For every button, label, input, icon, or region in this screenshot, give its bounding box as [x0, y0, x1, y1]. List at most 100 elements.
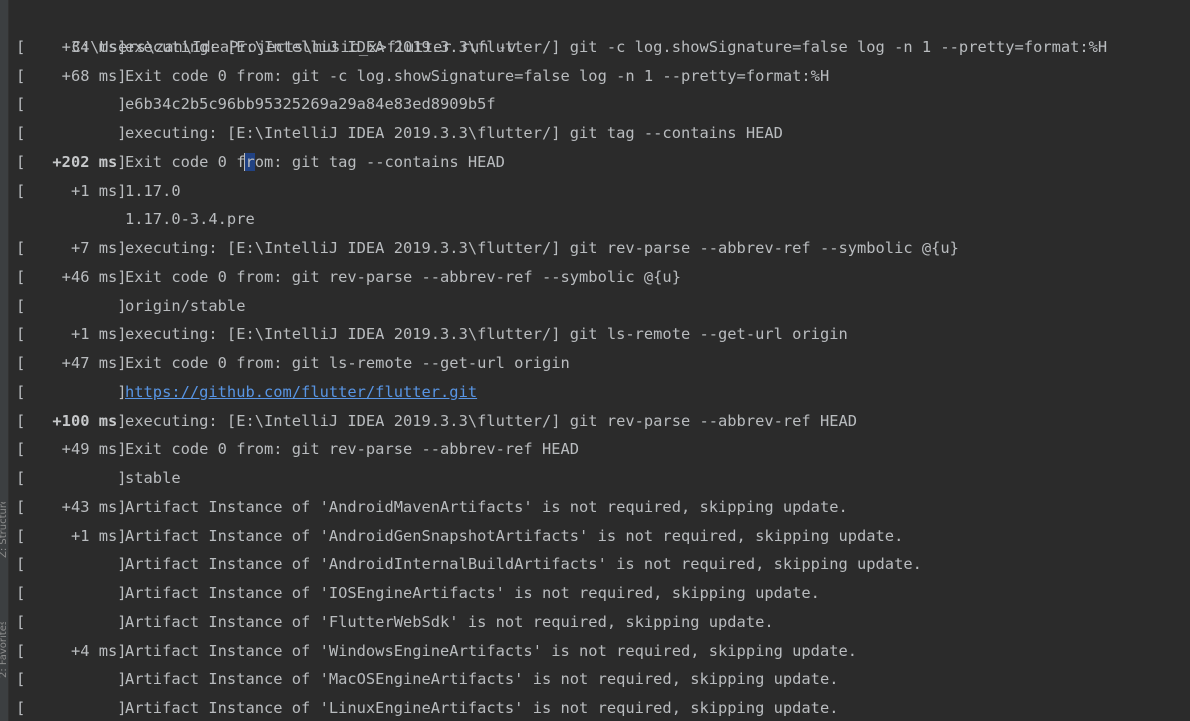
timing-open-bracket: [ [16, 267, 26, 286]
elapsed-ms: +7 ms [70, 239, 118, 257]
log-message: 1.17.0 [125, 181, 181, 200]
timing-open-bracket: [ [16, 469, 26, 487]
log-timing: [+100 ms] [16, 407, 127, 436]
command-prompt-line: C:\Users\zan\IdeaProjects\music_x>flutte… [16, 4, 1190, 56]
log-message: Artifact Instance of 'AndroidInternalBui… [125, 555, 922, 574]
log-line: [+4 ms]Artifact Instance of 'WindowsEngi… [16, 637, 1190, 666]
log-timing: [+4 ms] [16, 637, 127, 666]
timing-open-bracket: [ [16, 124, 26, 142]
log-line: [+100 ms]executing: [E:\IntelliJ IDEA 20… [16, 407, 1190, 436]
elapsed-ms: +47 ms [61, 354, 118, 372]
elapsed-ms: +1 ms [70, 181, 118, 200]
timing-open-bracket: [ [16, 66, 26, 85]
log-timing: [] [16, 550, 127, 579]
log-line: []e6b34c2b5c96bb95325269a29a84e83ed8909b… [16, 90, 1190, 119]
log-message: Exit code 0 from: git tag --contains HEA… [125, 152, 505, 172]
log-line: [+68 ms]Exit code 0 from: git -c log.sho… [16, 62, 1190, 91]
log-line: []Artifact Instance of 'MacOSEngineArtif… [16, 665, 1190, 694]
log-line: [+1 ms]1.17.0 [16, 177, 1190, 206]
log-message: https://github.com/flutter/flutter.git [125, 383, 477, 401]
log-line: [+46 ms]Exit code 0 from: git rev-parse … [16, 263, 1190, 292]
favorites-tab[interactable]: 2: Favorites [0, 622, 9, 678]
log-timing: [+1 ms] [16, 522, 127, 551]
log-line: []origin/stable [16, 292, 1190, 321]
log-timing: [] [16, 119, 127, 148]
log-message: Artifact Instance of 'FlutterWebSdk' is … [125, 612, 774, 631]
log-message: Exit code 0 from: git rev-parse --abbrev… [125, 267, 681, 286]
timing-open-bracket: [ [16, 37, 26, 56]
log-message: Artifact Instance of 'AndroidGenSnapshot… [125, 526, 904, 545]
timing-open-bracket: [ [16, 612, 26, 631]
log-message: Exit code 0 from: git ls-remote --get-ur… [125, 354, 570, 372]
log-line: []Artifact Instance of 'LinuxEngineArtif… [16, 694, 1190, 721]
timing-open-bracket: [ [16, 497, 26, 516]
log-line: [+49 ms]Exit code 0 from: git rev-parse … [16, 435, 1190, 464]
log-line: []https://github.com/flutter/flutter.git [16, 378, 1190, 407]
log-line: 1.17.0-3.4.pre [16, 205, 1190, 234]
timing-open-bracket: [ [16, 411, 26, 430]
log-message: origin/stable [125, 296, 246, 315]
elapsed-ms: +43 ms [61, 497, 118, 516]
log-line: []Artifact Instance of 'AndroidInternalB… [16, 550, 1190, 579]
terminal-window[interactable]: Z: Structure 2: Favorites C:\Users\zan\I… [0, 0, 1190, 721]
elapsed-ms: +1 ms [70, 325, 118, 344]
elapsed-ms: +68 ms [61, 66, 118, 85]
log-line: [+1 ms]Artifact Instance of 'AndroidGenS… [16, 522, 1190, 551]
elapsed-ms: +34 ms [61, 37, 118, 56]
terminal-output[interactable]: C:\Users\zan\IdeaProjects\music_x>flutte… [16, 4, 1190, 721]
log-line: [+1 ms]executing: [E:\IntelliJ IDEA 2019… [16, 320, 1190, 349]
structure-tab[interactable]: Z: Structure [0, 502, 9, 558]
log-message: Exit code 0 from: git rev-parse --abbrev… [125, 440, 580, 459]
log-message: Exit code 0 from: git -c log.showSignatu… [125, 66, 830, 85]
log-message: Artifact Instance of 'WindowsEngineArtif… [125, 641, 858, 660]
tool-window-sidebar: Z: Structure 2: Favorites [0, 0, 9, 721]
log-timing: [] [16, 579, 127, 608]
log-timing: [+68 ms] [16, 62, 127, 91]
log-timing: [+47 ms] [16, 349, 127, 378]
timing-open-bracket: [ [16, 181, 26, 200]
timing-open-bracket: [ [16, 440, 26, 459]
log-lines: [+34 ms]executing: [E:\IntelliJ IDEA 201… [16, 33, 1190, 721]
elapsed-ms: +4 ms [70, 641, 118, 660]
log-message: 1.17.0-3.4.pre [125, 210, 255, 229]
repo-url-link[interactable]: https://github.com/flutter/flutter.git [125, 383, 477, 401]
log-message: executing: [E:\IntelliJ IDEA 2019.3.3\fl… [125, 325, 848, 344]
log-message-part: om: git tag --contains HEAD [254, 152, 505, 171]
log-timing: [+46 ms] [16, 263, 127, 292]
log-timing: [+49 ms] [16, 435, 127, 464]
elapsed-ms: +202 ms [52, 152, 118, 171]
log-line: [+47 ms]Exit code 0 from: git ls-remote … [16, 349, 1190, 378]
elapsed-ms: +1 ms [70, 526, 118, 545]
timing-open-bracket: [ [16, 354, 26, 372]
log-line: []executing: [E:\IntelliJ IDEA 2019.3.3\… [16, 119, 1190, 148]
timing-open-bracket: [ [16, 382, 26, 401]
log-message: Artifact Instance of 'IOSEngineArtifacts… [125, 584, 820, 602]
log-message: executing: [E:\IntelliJ IDEA 2019.3.3\fl… [125, 411, 858, 430]
log-message: executing: [E:\IntelliJ IDEA 2019.3.3\fl… [125, 239, 959, 257]
elapsed-ms: +49 ms [61, 440, 118, 459]
selected-char: r [245, 152, 255, 171]
timing-open-bracket: [ [16, 555, 26, 574]
log-timing: [] [16, 608, 127, 637]
log-line: []Artifact Instance of 'FlutterWebSdk' i… [16, 608, 1190, 637]
timing-open-bracket: [ [16, 641, 26, 660]
log-line: []stable [16, 464, 1190, 493]
log-line: [+202 ms]Exit code 0 from: git tag --con… [16, 148, 1190, 177]
log-timing [16, 205, 125, 234]
log-message: Artifact Instance of 'LinuxEngineArtifac… [125, 699, 839, 717]
timing-open-bracket: [ [16, 95, 26, 114]
timing-open-bracket: [ [16, 296, 26, 315]
log-timing: [] [16, 464, 127, 493]
timing-open-bracket: [ [16, 152, 26, 171]
log-message-part: Exit code 0 f [125, 152, 246, 171]
log-timing: [+202 ms] [16, 148, 127, 177]
log-timing: [] [16, 90, 127, 119]
timing-open-bracket: [ [16, 670, 26, 689]
elapsed-ms: +100 ms [52, 411, 118, 430]
log-line: [+43 ms]Artifact Instance of 'AndroidMav… [16, 493, 1190, 522]
log-timing: [+7 ms] [16, 234, 127, 263]
log-message: stable [125, 469, 181, 487]
log-message: Artifact Instance of 'MacOSEngineArtifac… [125, 670, 839, 689]
log-timing: [] [16, 378, 127, 407]
log-line: []Artifact Instance of 'IOSEngineArtifac… [16, 579, 1190, 608]
